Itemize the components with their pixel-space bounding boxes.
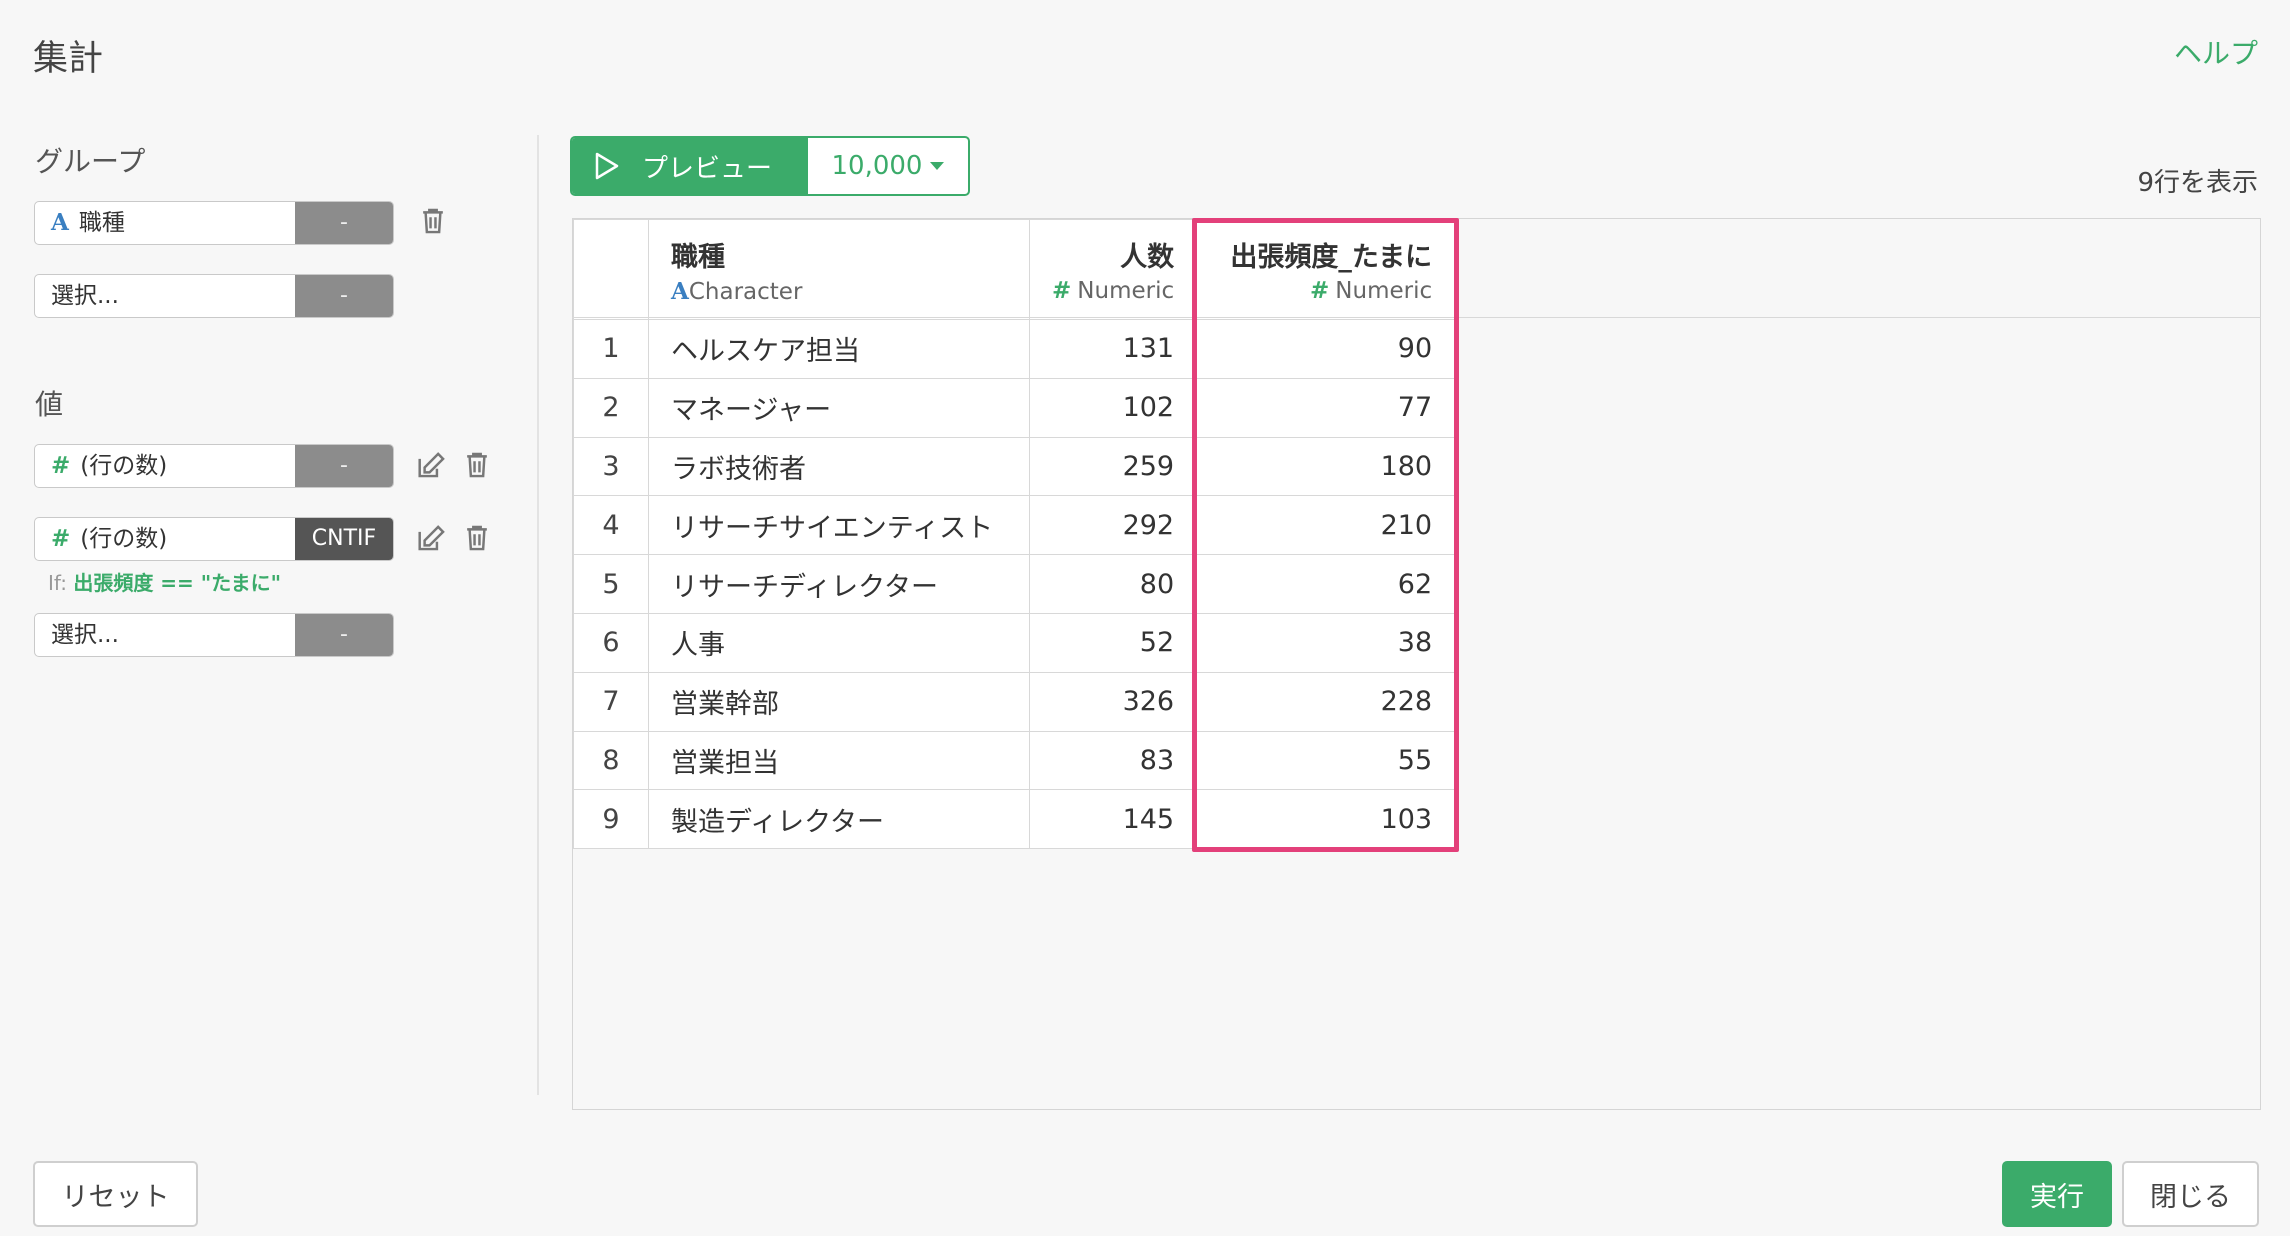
table-row: 1 ヘルスケア担当 131 90 [573, 319, 1456, 379]
column-header-travel-occasional[interactable]: 出張頻度_たまに # Numeric [1196, 219, 1456, 320]
cell-count: 83 [1028, 730, 1198, 791]
table-row: 7 営業幹部 326 228 [573, 671, 1456, 732]
cell-count: 131 [1028, 319, 1198, 379]
column-header-count[interactable]: 人数 # Numeric [1028, 219, 1198, 320]
group-field-label: 職種 [78, 210, 125, 236]
cell-travel: 38 [1196, 612, 1456, 673]
table-row: 9 製造ディレクター 145 103 [573, 789, 1456, 850]
cell-travel: 90 [1196, 319, 1456, 379]
table-row: 8 営業担当 83 55 [573, 730, 1456, 791]
cell-job: 営業担当 [648, 730, 1030, 791]
value-field-label: (行の数) [80, 526, 168, 552]
column-type-label: Numeric [1335, 278, 1433, 304]
cell-job: リサーチディレクター [648, 554, 1030, 614]
trash-icon[interactable] [462, 522, 492, 554]
cell-job: マネージャー [648, 377, 1030, 438]
preview-table-container: 職種 ACharacter 人数 # Numeric 出張頻度_たまに # Nume… [572, 218, 2261, 1110]
preview-label: プレビュー [642, 153, 773, 184]
rows-limit-value: 10,000 [831, 151, 923, 181]
cell-job: 人事 [648, 612, 1030, 673]
cell-count: 259 [1028, 436, 1198, 497]
countif-condition: If: 出張頻度 == "たまに" [48, 571, 282, 595]
value-field-label: (行の数) [80, 453, 168, 479]
row-index: 9 [573, 789, 649, 850]
run-button[interactable]: 実行 [2002, 1161, 2112, 1227]
value-field-select[interactable]: 選択... - [34, 613, 394, 657]
cell-job: ラボ技術者 [648, 436, 1030, 497]
numeric-type-icon: # [51, 453, 71, 479]
cell-count: 145 [1028, 789, 1198, 850]
character-type-icon: A [671, 277, 689, 305]
row-index: 7 [573, 671, 649, 732]
row-index: 5 [573, 554, 649, 614]
trash-icon[interactable] [418, 205, 448, 237]
row-index: 4 [573, 495, 649, 556]
reset-button[interactable]: リセット [33, 1161, 198, 1227]
cell-travel: 77 [1196, 377, 1456, 438]
group-select-button[interactable]: - [295, 275, 393, 317]
group-field-job[interactable]: A 職種 - [34, 201, 394, 245]
help-link[interactable]: ヘルプ [2174, 32, 2258, 72]
table-header-row: 職種 ACharacter 人数 # Numeric 出張頻度_たまに # Nume… [573, 219, 1456, 320]
cell-travel: 55 [1196, 730, 1456, 791]
preview-controls: プレビュー 10,000 [570, 136, 970, 196]
row-index: 2 [573, 377, 649, 438]
cell-job: 製造ディレクター [648, 789, 1030, 850]
value-field-row-count[interactable]: # (行の数) - [34, 444, 394, 488]
value-section-label: 値 [35, 388, 64, 421]
cell-job: ヘルスケア担当 [648, 319, 1030, 379]
row-index: 3 [573, 436, 649, 497]
group-field-remove-button[interactable]: - [295, 202, 393, 244]
numeric-type-icon: # [1310, 278, 1330, 304]
preview-button[interactable]: プレビュー [572, 138, 808, 194]
row-count-text: 9行を表示 [2137, 168, 2258, 198]
table-row: 2 マネージャー 102 77 [573, 377, 1456, 438]
edit-icon[interactable] [416, 523, 446, 555]
rows-limit-dropdown[interactable]: 10,000 [808, 138, 968, 194]
close-button[interactable]: 閉じる [2122, 1161, 2259, 1227]
row-index: 1 [573, 319, 649, 379]
trash-icon[interactable] [462, 449, 492, 481]
table-row: 5 リサーチディレクター 80 62 [573, 554, 1456, 614]
cell-count: 326 [1028, 671, 1198, 732]
group-section-label: グループ [35, 145, 146, 178]
group-field-select[interactable]: 選択... - [34, 274, 394, 318]
condition-expression: 出張頻度 == "たまに" [73, 571, 282, 595]
value-field-cntif-button[interactable]: CNTIF [295, 518, 393, 560]
value-field-aggregate-button[interactable]: - [295, 445, 393, 487]
column-type-label: Numeric [1077, 278, 1175, 304]
value-select-button[interactable]: - [295, 614, 393, 656]
cell-job: リサーチサイエンティスト [648, 495, 1030, 556]
column-header-job[interactable]: 職種 ACharacter [648, 219, 1030, 320]
row-index: 6 [573, 612, 649, 673]
column-type-label: Character [688, 278, 803, 305]
table-row: 3 ラボ技術者 259 180 [573, 436, 1456, 497]
numeric-type-icon: # [51, 526, 71, 552]
cell-count: 292 [1028, 495, 1198, 556]
table-row: 4 リサーチサイエンティスト 292 210 [573, 495, 1456, 556]
index-header [573, 219, 649, 320]
cell-travel: 210 [1196, 495, 1456, 556]
value-field-countif[interactable]: # (行の数) CNTIF [34, 517, 394, 561]
value-select-placeholder: 選択... [51, 622, 119, 648]
dialog-title: 集計 [33, 39, 104, 79]
play-icon [595, 152, 619, 180]
caret-down-icon [930, 162, 945, 170]
group-select-placeholder: 選択... [51, 283, 119, 309]
table-row: 6 人事 52 38 [573, 612, 1456, 673]
cell-travel: 62 [1196, 554, 1456, 614]
cell-count: 52 [1028, 612, 1198, 673]
panel-divider [537, 135, 539, 1095]
cell-travel: 180 [1196, 436, 1456, 497]
cell-count: 80 [1028, 554, 1198, 614]
edit-icon[interactable] [416, 450, 446, 482]
cell-job: 営業幹部 [648, 671, 1030, 732]
cell-travel: 103 [1196, 789, 1456, 850]
numeric-type-icon: # [1052, 278, 1072, 304]
character-type-icon: A [51, 209, 69, 236]
preview-table: 職種 ACharacter 人数 # Numeric 出張頻度_たまに # Nume… [573, 219, 1456, 850]
cell-travel: 228 [1196, 671, 1456, 732]
row-index: 8 [573, 730, 649, 791]
cell-count: 102 [1028, 377, 1198, 438]
